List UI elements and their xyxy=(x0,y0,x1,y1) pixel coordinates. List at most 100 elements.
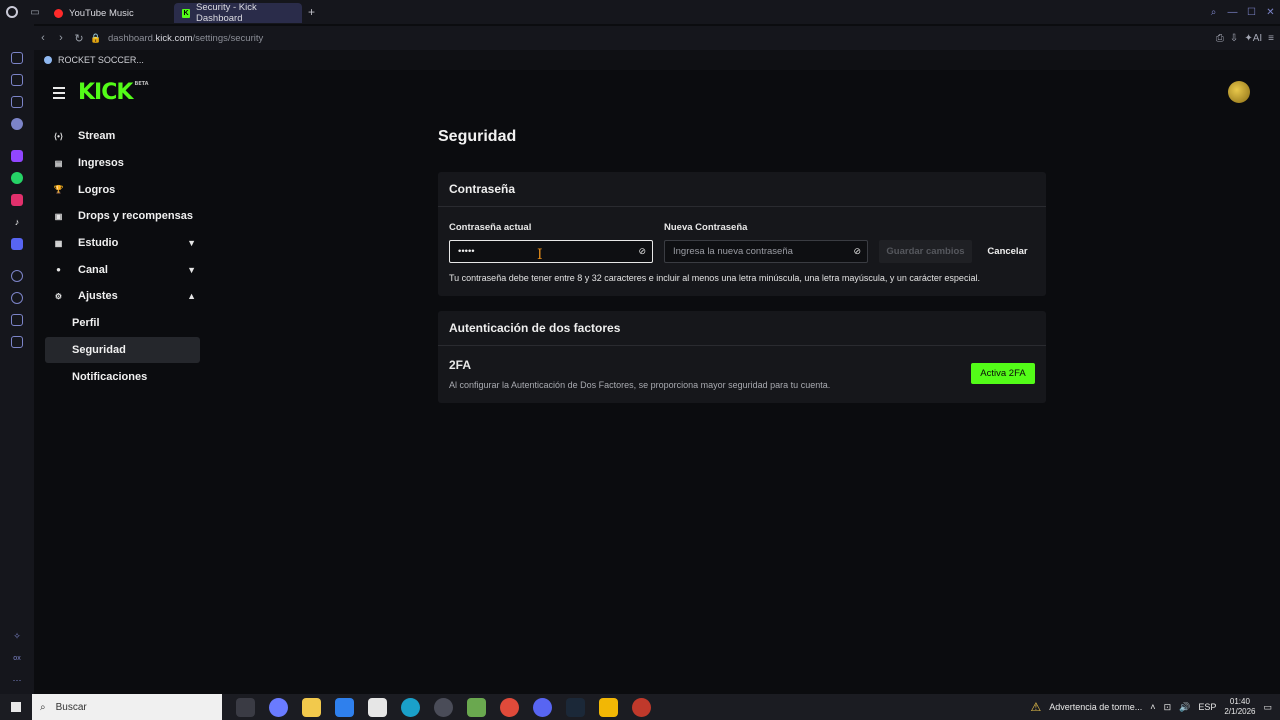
address-bar: ‹ › ↻ 🔒 dashboard.kick.com/settings/secu… xyxy=(34,26,1280,50)
opera-taskbar-icon[interactable] xyxy=(434,697,453,717)
clock[interactable]: 01:40 2/1/2026 xyxy=(1224,697,1255,717)
password-card: Contraseña Contraseña actual ••••• ⊘ Nue… xyxy=(438,172,1046,296)
minecraft-icon[interactable] xyxy=(467,697,486,717)
cancel-button[interactable]: Cancelar xyxy=(980,240,1035,263)
sidebar-item-perfil[interactable]: Perfil xyxy=(45,310,200,337)
windows-start-icon[interactable] xyxy=(0,694,32,720)
sidebar-item-label: Notificaciones xyxy=(72,370,148,383)
sidebar-item-notificaciones[interactable]: Notificaciones xyxy=(45,363,200,390)
file-explorer-icon[interactable] xyxy=(302,697,321,717)
studio-icon: ▦ xyxy=(54,238,63,248)
chevron-down-icon[interactable]: ▼ xyxy=(187,265,196,275)
taskbar-search-placeholder: Buscar xyxy=(55,701,87,713)
ai-button[interactable]: ✦AI xyxy=(1244,33,1262,44)
save-changes-button[interactable]: Guardar cambios xyxy=(879,240,972,263)
tab-youtube-music[interactable]: YouTube Music xyxy=(46,3,174,23)
reload-icon[interactable]: ↻ xyxy=(70,32,88,45)
twitch-icon[interactable] xyxy=(11,150,23,162)
edge-icon[interactable] xyxy=(401,697,420,717)
copilot-icon[interactable] xyxy=(269,697,288,717)
text-cursor-icon: I xyxy=(537,247,543,263)
sidebar-item-canal[interactable]: ● Canal ▼ xyxy=(45,256,200,283)
mail-icon[interactable] xyxy=(335,697,354,717)
opera-gx-icon[interactable] xyxy=(632,697,651,717)
url-path: /settings/security xyxy=(192,32,264,44)
aria-icon[interactable] xyxy=(11,74,23,86)
sidebar-item-ajustes[interactable]: ⚙ Ajustes ▲ xyxy=(45,283,200,310)
twofa-title: 2FA xyxy=(449,358,472,372)
whatsapp-icon[interactable] xyxy=(11,172,23,184)
snapshot-icon[interactable]: ⎙ xyxy=(1216,33,1224,44)
weather-alert[interactable]: Advertencia de torme... xyxy=(1049,702,1142,712)
address-bar-actions: ⎙ ⇩ ✦AI ≡ xyxy=(1216,26,1274,50)
task-view-icon[interactable] xyxy=(236,697,255,717)
revenue-icon: ▤ xyxy=(54,158,63,168)
steam-icon[interactable] xyxy=(566,697,585,717)
menu-icon[interactable] xyxy=(53,87,65,102)
chevron-up-icon[interactable]: ▲ xyxy=(187,291,196,301)
tab-list-icon[interactable]: ▭ xyxy=(24,0,46,24)
new-password-placeholder: Ingresa la nueva contraseña xyxy=(673,246,793,257)
twofa-card: Autenticación de dos factores 2FA Al con… xyxy=(438,311,1046,403)
sidebar-item-ingresos[interactable]: ▤ Ingresos xyxy=(45,150,200,177)
opera-logo-icon[interactable] xyxy=(0,0,24,24)
pinboard-icon[interactable] xyxy=(11,314,23,326)
download-icon[interactable]: ⇩ xyxy=(1230,33,1238,44)
taskbar-search[interactable]: ⌕ Buscar xyxy=(32,694,222,720)
extensions-icon[interactable] xyxy=(11,118,23,130)
lock-icon[interactable]: 🔒 xyxy=(88,33,104,44)
tiktok-icon[interactable]: ♪ xyxy=(11,216,23,228)
feature-icon[interactable]: ✧ xyxy=(11,630,23,642)
instagram-icon[interactable] xyxy=(11,194,23,206)
forward-icon[interactable]: › xyxy=(52,32,70,44)
app-icon[interactable] xyxy=(599,697,618,717)
current-password-field[interactable]: ••••• ⊘ xyxy=(449,240,653,263)
discord-taskbar-icon[interactable] xyxy=(533,697,552,717)
logo-text: KICK xyxy=(78,80,133,105)
sidebar-item-stream[interactable]: ⟨•⟩ Stream xyxy=(45,123,200,150)
notifications-icon[interactable]: ▭ xyxy=(1263,702,1272,713)
tab-kick-security[interactable]: K Security - Kick Dashboard xyxy=(174,2,302,24)
speed-dial-icon[interactable] xyxy=(11,52,23,64)
new-password-field[interactable]: Ingresa la nueva contraseña ⊘ xyxy=(664,240,868,263)
eye-slash-icon[interactable]: ⊘ xyxy=(638,246,646,257)
stream-icon: ⟨•⟩ xyxy=(53,131,64,141)
close-icon[interactable]: ✕ xyxy=(1261,0,1280,24)
kick-logo[interactable]: KICK BETA xyxy=(78,80,149,105)
maximize-icon[interactable]: ☐ xyxy=(1242,0,1261,24)
chevron-down-icon[interactable]: ▼ xyxy=(187,238,196,248)
more-icon[interactable]: ⋯ xyxy=(11,674,23,686)
discord-icon[interactable] xyxy=(11,238,23,250)
twofa-card-heading: Autenticación de dos factores xyxy=(438,311,1046,346)
workspaces-icon[interactable] xyxy=(11,336,23,348)
warning-icon: ⚠ xyxy=(1030,700,1042,714)
bookmark-rocket-soccer[interactable]: ROCKET SOCCER... xyxy=(58,55,144,65)
sidebar-item-logros[interactable]: 🏆 Logros xyxy=(45,176,200,203)
x-icon[interactable]: ox xyxy=(11,652,23,664)
youtube-music-icon xyxy=(54,8,63,18)
bookmarks-bar: ROCKET SOCCER... xyxy=(34,50,1280,70)
player-icon[interactable] xyxy=(11,270,23,282)
easy-setup-icon[interactable]: ≡ xyxy=(1268,33,1274,44)
history-icon[interactable] xyxy=(11,292,23,304)
minimize-icon[interactable]: — xyxy=(1223,0,1242,24)
sidebar-item-seguridad[interactable]: Seguridad xyxy=(45,336,200,364)
eye-slash-icon[interactable]: ⊘ xyxy=(853,246,861,257)
crypto-wallet-icon[interactable] xyxy=(11,96,23,108)
chevron-up-icon[interactable]: ˄ xyxy=(1150,702,1155,712)
search-tabs-icon[interactable]: ⌕ xyxy=(1204,0,1223,24)
new-tab-icon[interactable]: + xyxy=(302,5,321,19)
url-field[interactable]: dashboard.kick.com/settings/security xyxy=(108,33,263,44)
store-icon[interactable] xyxy=(368,697,387,717)
url-domain: kick.com xyxy=(155,32,193,44)
chrome-icon[interactable] xyxy=(500,697,519,717)
back-icon[interactable]: ‹ xyxy=(34,32,52,44)
volume-icon[interactable]: 🔊 xyxy=(1179,702,1190,713)
avatar[interactable] xyxy=(1228,81,1250,103)
sidebar-item-estudio[interactable]: ▦ Estudio ▼ xyxy=(45,230,200,257)
sidebar-item-drops[interactable]: ▣ Drops y recompensas xyxy=(45,203,200,230)
network-icon[interactable]: ⊡ xyxy=(1164,702,1172,713)
language-indicator[interactable]: ESP xyxy=(1198,702,1216,712)
current-password-label: Contraseña actual xyxy=(449,222,532,233)
activate-2fa-button[interactable]: Activa 2FA xyxy=(971,363,1035,384)
